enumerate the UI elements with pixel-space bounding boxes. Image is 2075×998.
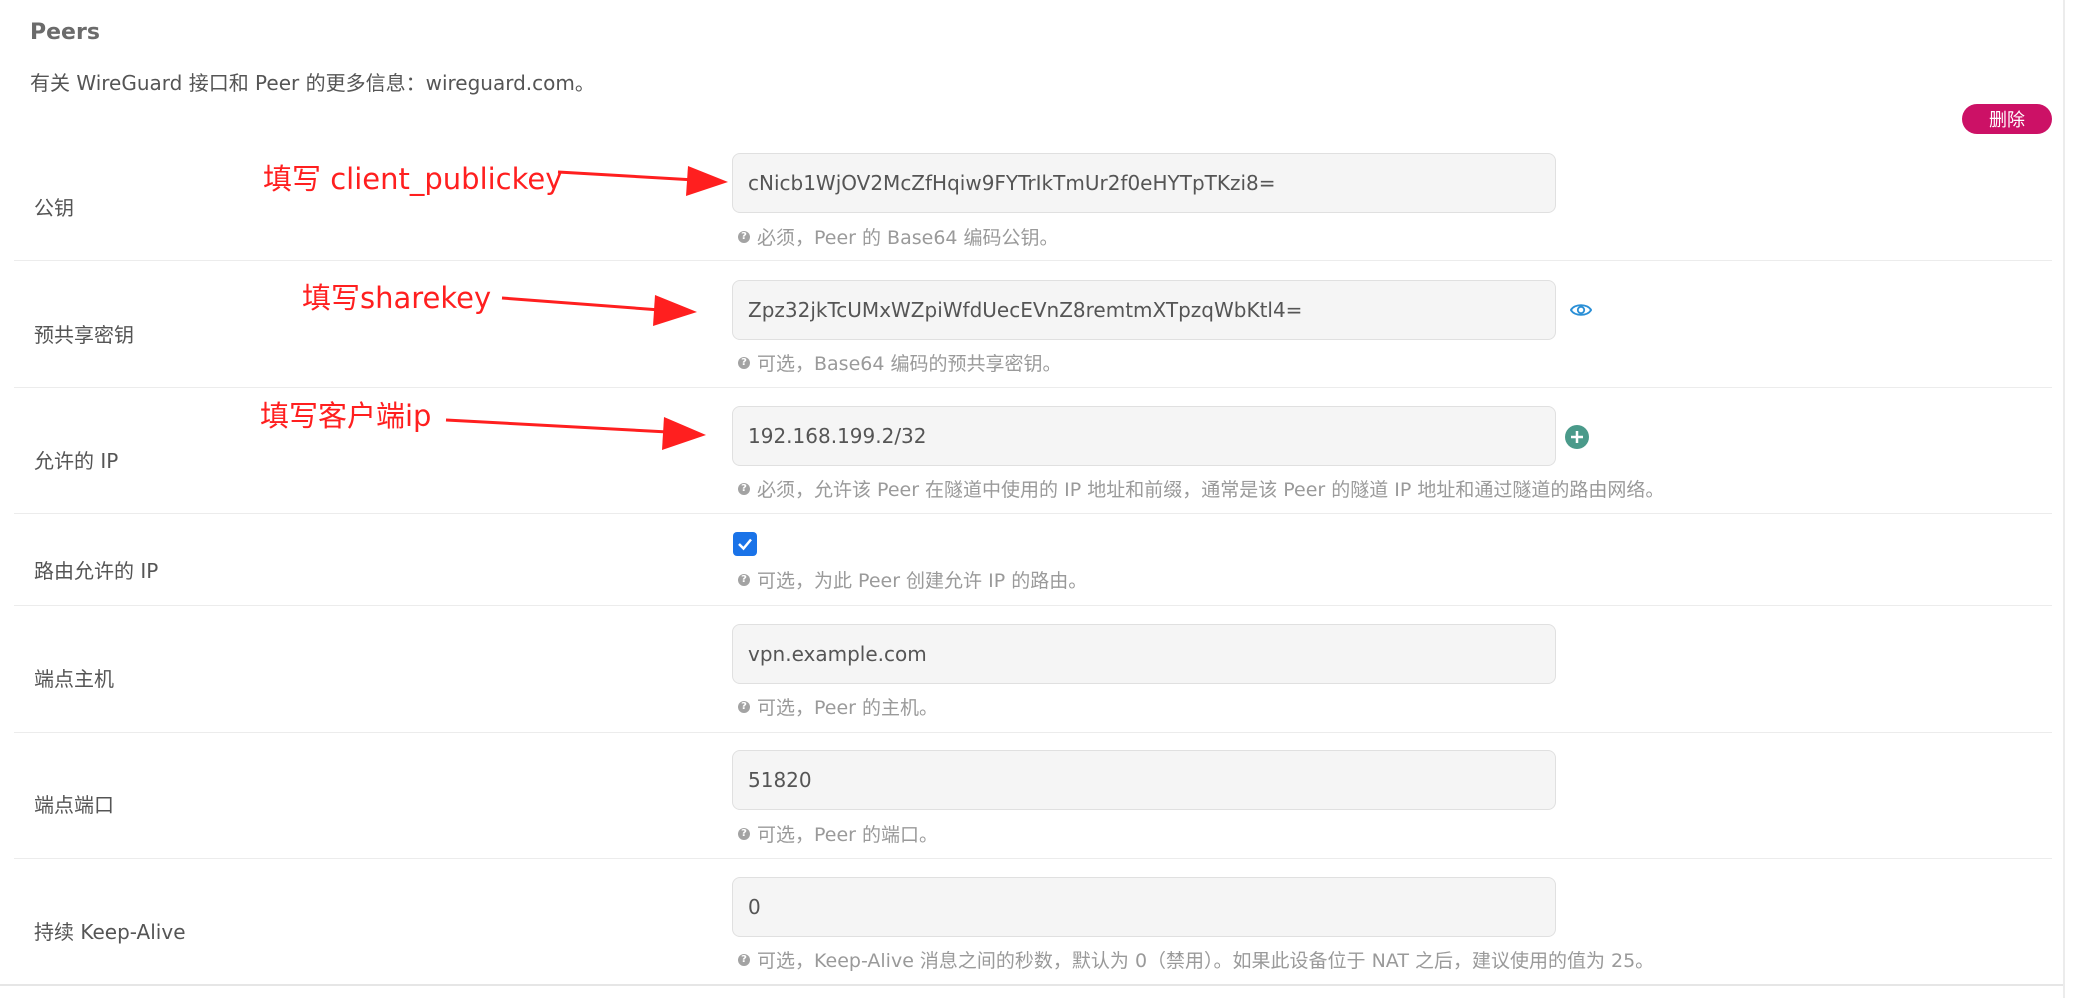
page-border bbox=[0, 984, 2063, 986]
route-allowed-ips-label: 路由允许的 IP bbox=[34, 559, 159, 583]
preshared-key-label: 预共享密钥 bbox=[34, 323, 134, 347]
public-key-input[interactable]: cNicb1WjOV2McZfHqiw9FYTrIkTmUr2f0eHYTpTK… bbox=[732, 153, 1556, 213]
question-circle-icon: ? bbox=[738, 953, 750, 966]
route-allowed-ips-checkbox[interactable] bbox=[733, 532, 757, 556]
delete-button[interactable]: 删除 bbox=[1962, 104, 2052, 134]
allowed-ips-input[interactable]: 192.168.199.2/32 bbox=[732, 406, 1556, 466]
plus-circle-icon[interactable] bbox=[1564, 424, 1590, 450]
allowed-ips-help: ? 必须，允许该 Peer 在隧道中使用的 IP 地址和前缀，通常是该 Peer… bbox=[738, 475, 1664, 502]
arrow-public-key bbox=[557, 166, 728, 196]
question-circle-icon: ? bbox=[738, 827, 750, 840]
row-divider bbox=[14, 513, 2052, 514]
endpoint-host-label: 端点主机 bbox=[34, 667, 114, 691]
annotation-allowed-ips: 填写客户端ip bbox=[260, 399, 432, 433]
public-key-help: ? 必须，Peer 的 Base64 编码公钥。 bbox=[738, 223, 1059, 250]
allowed-ips-label: 允许的 IP bbox=[34, 449, 119, 473]
public-key-label: 公钥 bbox=[34, 196, 74, 220]
endpoint-port-input[interactable]: 51820 bbox=[732, 750, 1556, 810]
route-allowed-ips-help: ? 可选，为此 Peer 创建允许 IP 的路由。 bbox=[738, 566, 1087, 593]
keepalive-input[interactable]: 0 bbox=[732, 877, 1556, 937]
row-divider bbox=[14, 260, 2052, 261]
annotation-public-key: 填写 client_publickey bbox=[263, 162, 563, 196]
help-text: 必须，Peer 的 Base64 编码公钥。 bbox=[757, 227, 1059, 249]
help-text: 可选，为此 Peer 创建允许 IP 的路由。 bbox=[757, 570, 1088, 592]
help-text: 可选，Peer 的主机。 bbox=[757, 697, 939, 719]
help-text: 必须，允许该 Peer 在隧道中使用的 IP 地址和前缀，通常是该 Peer 的… bbox=[757, 479, 1665, 501]
question-circle-icon: ? bbox=[738, 356, 750, 369]
row-divider bbox=[14, 858, 2052, 859]
help-text: 可选，Base64 编码的预共享密钥。 bbox=[757, 353, 1062, 375]
help-text: 可选，Peer 的端口。 bbox=[757, 824, 939, 846]
arrow-allowed-ips bbox=[445, 417, 706, 450]
page-border bbox=[2063, 0, 2065, 998]
endpoint-port-help: ? 可选，Peer 的端口。 bbox=[738, 820, 938, 847]
question-circle-icon: ? bbox=[738, 482, 750, 495]
preshared-key-help: ? 可选，Base64 编码的预共享密钥。 bbox=[738, 349, 1061, 376]
endpoint-port-label: 端点端口 bbox=[34, 793, 114, 817]
arrow-preshared-key bbox=[501, 295, 697, 326]
keepalive-label: 持续 Keep-Alive bbox=[34, 920, 186, 944]
question-circle-icon: ? bbox=[738, 573, 750, 586]
row-divider bbox=[14, 732, 2052, 733]
question-circle-icon: ? bbox=[738, 230, 750, 243]
section-description: 有关 WireGuard 接口和 Peer 的更多信息：wireguard.co… bbox=[30, 71, 595, 95]
endpoint-host-help: ? 可选，Peer 的主机。 bbox=[738, 693, 938, 720]
help-text: 可选，Keep-Alive 消息之间的秒数，默认为 0（禁用）。如果此设备位于 … bbox=[757, 950, 1655, 972]
annotation-preshared-key: 填写sharekey bbox=[302, 281, 492, 315]
row-divider bbox=[14, 605, 2052, 606]
endpoint-host-input[interactable]: vpn.example.com bbox=[732, 624, 1556, 684]
section-title: Peers bbox=[30, 20, 100, 45]
eye-icon[interactable] bbox=[1570, 299, 1592, 321]
preshared-key-input[interactable]: Zpz32jkTcUMxWZpiWfdUecEVnZ8remtmXTpzqWbK… bbox=[732, 280, 1556, 340]
checkmark-icon bbox=[738, 538, 752, 551]
question-circle-icon: ? bbox=[738, 700, 750, 713]
keepalive-help: ? 可选，Keep-Alive 消息之间的秒数，默认为 0（禁用）。如果此设备位… bbox=[738, 946, 1654, 973]
row-divider bbox=[14, 387, 2052, 388]
